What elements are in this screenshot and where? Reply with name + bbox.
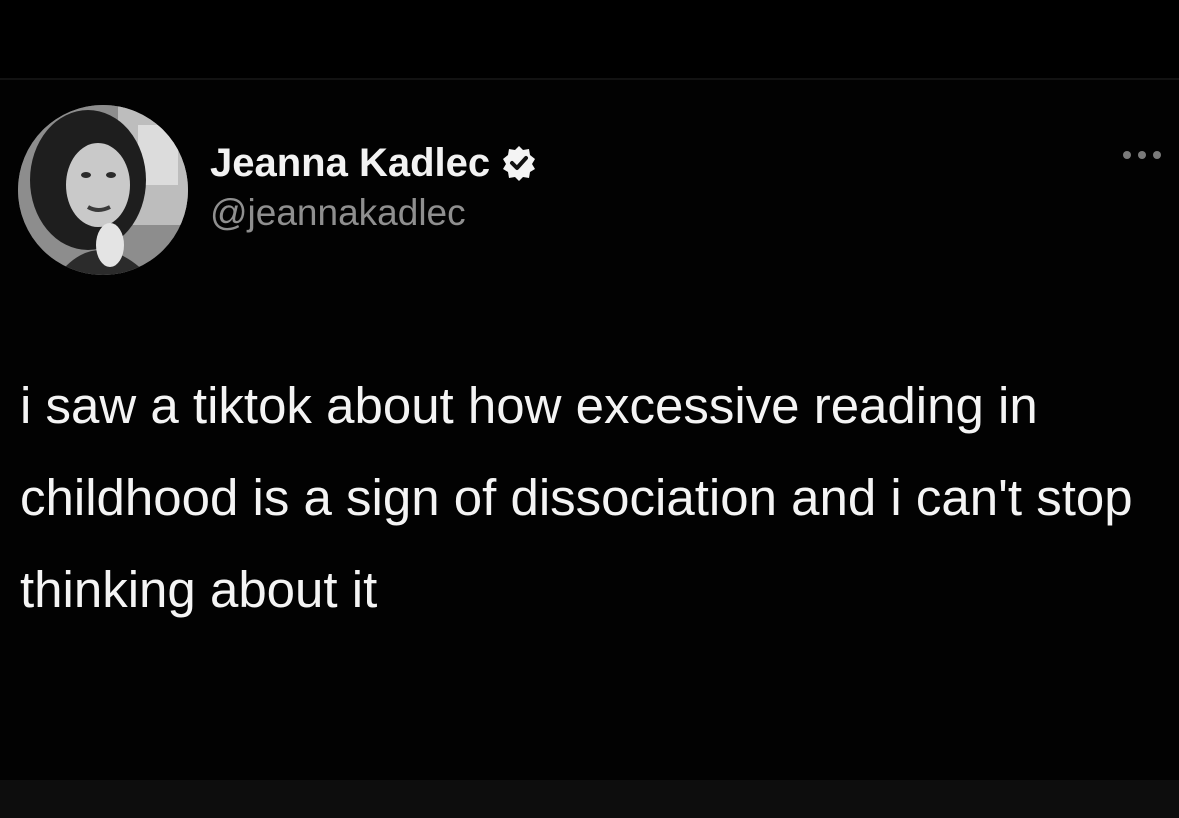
avatar-photo xyxy=(18,105,188,275)
display-name[interactable]: Jeanna Kadlec xyxy=(210,141,490,186)
verified-badge-icon xyxy=(500,144,538,182)
screenshot-frame: Jeanna Kadlec @jeannakadlec i saw a tikt… xyxy=(0,0,1179,818)
user-handle[interactable]: @jeannakadlec xyxy=(210,192,538,234)
tweet-author[interactable]: Jeanna Kadlec @jeannakadlec xyxy=(210,138,538,234)
top-bar xyxy=(0,0,1179,80)
more-options-icon[interactable] xyxy=(1118,140,1168,170)
name-row: Jeanna Kadlec xyxy=(210,138,538,188)
tweet-card[interactable]: Jeanna Kadlec @jeannakadlec i saw a tikt… xyxy=(0,80,1179,780)
bottom-bar xyxy=(0,780,1179,818)
avatar[interactable] xyxy=(18,105,188,275)
tweet-text: i saw a tiktok about how excessive readi… xyxy=(20,377,1133,618)
